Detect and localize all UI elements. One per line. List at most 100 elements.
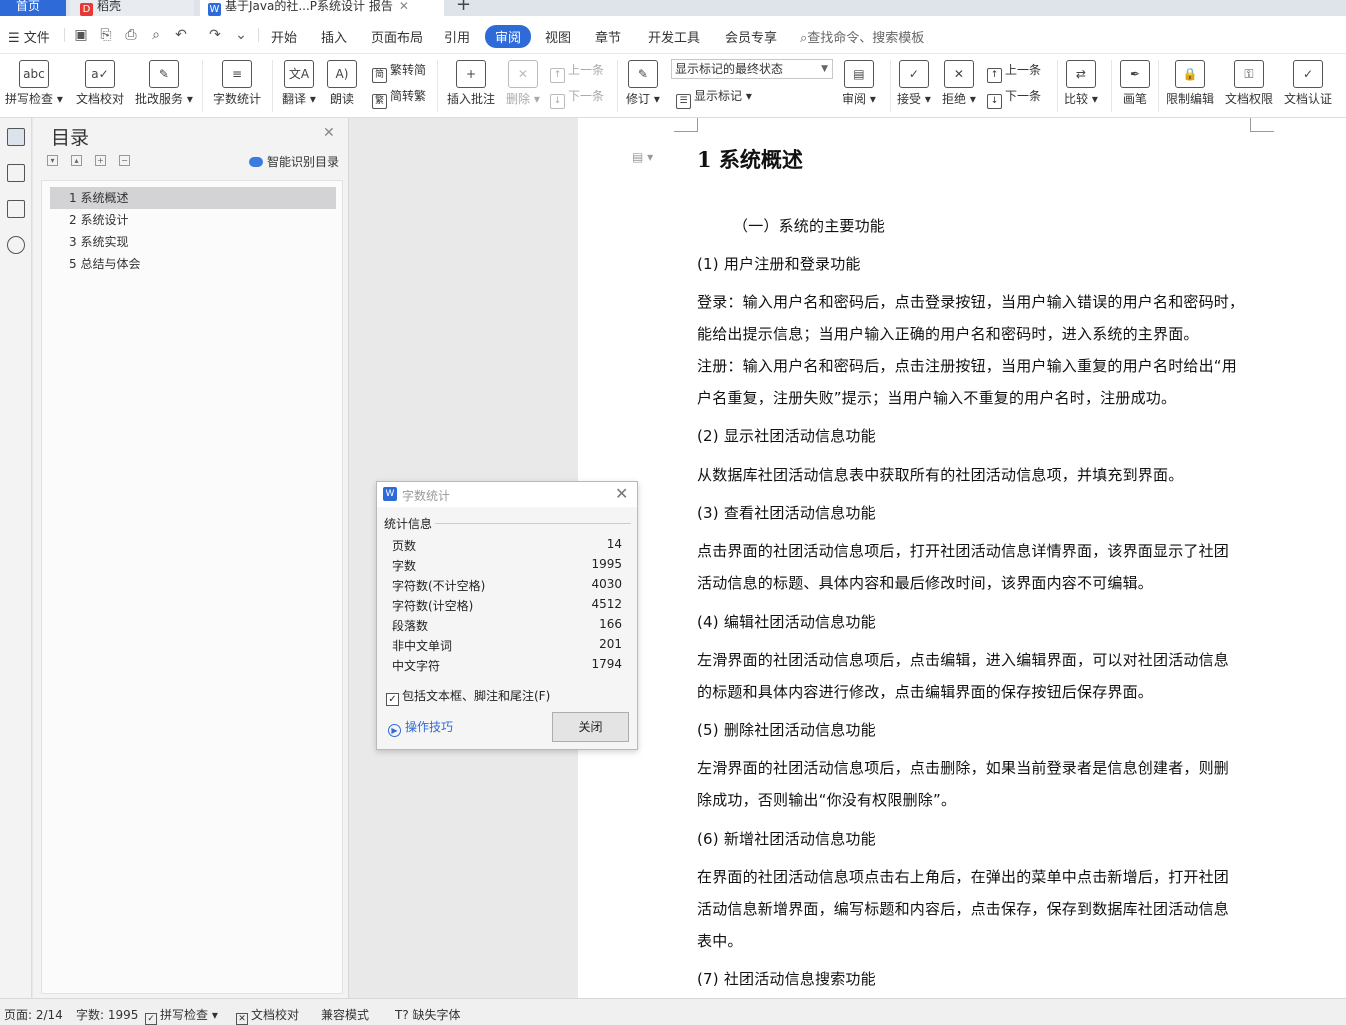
expand-all-icon[interactable]: ▾ <box>47 155 58 166</box>
missing-font-status[interactable]: T? 缺失字体 <box>395 1006 461 1023</box>
menu-chapter[interactable]: 章节 <box>595 27 621 46</box>
status-bar: 页面: 2/14 字数: 1995 ✓ 拼写检查 ▾ ✕ 文档校对 兼容模式 T? … <box>0 998 1346 1025</box>
command-search[interactable]: ⌕查找命令、搜索模板 <box>800 27 924 46</box>
doc-proof-button[interactable]: a✓ 文档校对 <box>76 60 124 107</box>
pen-button[interactable]: ✒ 画笔 <box>1120 60 1150 107</box>
close-button[interactable]: 关闭 <box>552 712 629 742</box>
add-heading-icon[interactable]: + <box>95 155 106 166</box>
toc-item[interactable]: 2 系统设计 <box>50 209 336 231</box>
dialog-title: 字数统计 <box>402 489 451 503</box>
delete-comment-button[interactable]: ✕ 删除 ▾ <box>506 60 540 107</box>
toc-item[interactable]: 5 总结与体会 <box>50 253 336 275</box>
print-icon[interactable]: ⎙ <box>123 27 139 43</box>
next-change-label: 下一条 <box>1005 89 1042 103</box>
simp-to-trad-icon: 繁 <box>372 94 387 109</box>
tab-daoke[interactable]: D 稻壳 <box>70 0 194 16</box>
doc-line: 户名重复，注册失败”提示；当用户输入不重复的用户名时，注册成功。 <box>697 389 1177 407</box>
ribbon-divider <box>617 60 618 112</box>
simp-to-trad-label: 简转繁 <box>390 89 427 103</box>
doc-proof-status[interactable]: ✕ 文档校对 <box>236 1006 299 1025</box>
prev-change-icon: ↑ <box>987 68 1002 83</box>
save-icon[interactable]: ▣ <box>73 27 89 43</box>
doc-cert-label: 文档认证 <box>1284 92 1333 106</box>
toc-item[interactable]: 1 系统概述 <box>50 187 336 209</box>
close-icon[interactable]: ✕ <box>615 484 628 503</box>
show-markup-button[interactable]: ☰ 显示标记 ▾ <box>676 87 752 109</box>
stat-value: 1794 <box>591 657 622 671</box>
spellcheck-button[interactable]: abc 拼写检查 ▾ <box>5 60 63 107</box>
close-tab-icon[interactable]: ✕ <box>399 0 409 13</box>
menu-developer-tools[interactable]: 开发工具 <box>648 27 700 46</box>
export-pdf-icon[interactable]: ⎘ <box>98 27 114 43</box>
command-search-placeholder: 查找命令、搜索模板 <box>807 31 925 46</box>
word-count-button[interactable]: ≡ 字数统计 <box>213 60 261 107</box>
menu-view[interactable]: 视图 <box>545 27 571 46</box>
next-change-button[interactable]: ↓ 下一条 <box>987 87 1041 109</box>
collapse-all-icon[interactable]: ▴ <box>71 155 82 166</box>
translate-label: 翻译 <box>282 92 307 106</box>
trad-to-simp-label: 繁转简 <box>390 63 427 77</box>
paragraph-menu-icon[interactable]: ▤ ▾ <box>632 150 653 164</box>
doc-permission-button[interactable]: ⚿ 文档权限 <box>1225 60 1273 107</box>
doc-cert-button[interactable]: ✓ 文档认证 <box>1284 60 1332 107</box>
document-page[interactable]: ▤ ▾ 1 系统概述 （一）系统的主要功能 (1) 用户注册和登录功能 登录：输… <box>578 118 1346 998</box>
review-service-button[interactable]: ✎ 批改服务 ▾ <box>135 60 193 107</box>
accept-button[interactable]: ✓ 接受 ▾ <box>897 60 931 107</box>
toc-item[interactable]: 3 系统实现 <box>50 231 336 253</box>
undo-icon[interactable]: ↶ <box>173 27 189 43</box>
menu-page-layout[interactable]: 页面布局 <box>371 27 423 46</box>
ribbon-divider <box>272 60 273 112</box>
translate-button[interactable]: 文A 翻译 ▾ <box>282 60 316 107</box>
read-aloud-label: 朗读 <box>329 92 354 106</box>
redo-icon[interactable]: ↷ <box>207 27 223 43</box>
read-aloud-button[interactable]: A) 朗读 <box>327 60 357 107</box>
new-tab-icon[interactable]: + <box>456 0 471 15</box>
tips-link[interactable]: ▶ 操作技巧 <box>388 718 453 737</box>
stat-label: 非中文单词 <box>392 639 453 653</box>
word-count-status[interactable]: 字数: 1995 <box>76 1006 138 1023</box>
remove-heading-icon[interactable]: − <box>119 155 130 166</box>
toc-list: 1 系统概述 2 系统设计 3 系统实现 5 总结与体会 <box>41 180 343 994</box>
insert-comment-button[interactable]: + 插入批注 <box>447 60 495 107</box>
toc-nav-icon[interactable] <box>7 128 25 146</box>
print-preview-icon[interactable]: ⌕ <box>148 27 164 43</box>
menu-insert[interactable]: 插入 <box>321 27 347 46</box>
track-changes-button[interactable]: ✎ 修订 ▾ <box>626 60 660 107</box>
include-footnotes-checkbox[interactable]: ✓ 包括文本框、脚注和尾注(F) <box>386 687 550 706</box>
search-icon[interactable] <box>7 236 25 254</box>
prev-change-button[interactable]: ↑ 上一条 <box>987 61 1041 83</box>
trad-to-simp-button[interactable]: 简繁转简 <box>372 61 426 83</box>
review-pane-button[interactable]: ▤ 审阅 ▾ <box>842 60 876 107</box>
compare-icon: ⇄ <box>1065 60 1096 88</box>
menu-start[interactable]: 开始 <box>271 27 297 46</box>
toc-panel: 目录 ✕ ▾ ▴ + − 智能识别目录 1 系统概述 2 系统设计 3 系统实现… <box>33 118 349 998</box>
close-icon[interactable]: ✕ <box>323 125 335 141</box>
doc-proof-status-label: 文档校对 <box>251 1008 300 1022</box>
prev-comment-button[interactable]: ↑ 上一条 <box>550 61 604 83</box>
bookmark-icon[interactable] <box>7 200 25 218</box>
menu-review[interactable]: 审阅 <box>485 25 532 48</box>
dialog-title-bar[interactable]: W 字数统计 ✕ <box>377 482 637 507</box>
spellcheck-status[interactable]: ✓ 拼写检查 ▾ <box>145 1006 218 1025</box>
page-indicator[interactable]: 页面: 2/14 <box>4 1006 63 1023</box>
compare-button[interactable]: ⇄ 比较 ▾ <box>1064 60 1098 107</box>
tab-document[interactable]: W 基于Java的社...P系统设计 报告 ✕ <box>200 0 444 16</box>
menu-member[interactable]: 会员专享 <box>725 27 777 46</box>
missing-font-icon: T? <box>395 1008 413 1022</box>
tab-home[interactable]: 首页 <box>0 0 66 16</box>
stat-label: 中文字符 <box>392 659 441 673</box>
smart-toc-button[interactable]: 智能识别目录 <box>249 153 339 170</box>
markup-state-select[interactable]: 显示标记的最终状态 ▼ <box>671 59 833 79</box>
file-menu[interactable]: ☰ 文件 <box>8 27 50 46</box>
customize-quick-access-icon[interactable]: ⌄ <box>233 27 249 43</box>
chapter-nav-icon[interactable] <box>7 164 25 182</box>
menu-references[interactable]: 引用 <box>444 27 470 46</box>
next-comment-button[interactable]: ↓ 下一条 <box>550 87 604 109</box>
reject-button[interactable]: ✕ 拒绝 ▾ <box>942 60 976 107</box>
doc-proof-label: 文档校对 <box>76 92 125 106</box>
stat-label: 字数 <box>392 559 417 573</box>
simp-to-trad-button[interactable]: 繁简转繁 <box>372 87 426 109</box>
restrict-edit-button[interactable]: 🔒 限制编辑 <box>1166 60 1214 107</box>
review-pane-label: 审阅 <box>842 92 867 106</box>
reject-label: 拒绝 <box>942 92 967 106</box>
